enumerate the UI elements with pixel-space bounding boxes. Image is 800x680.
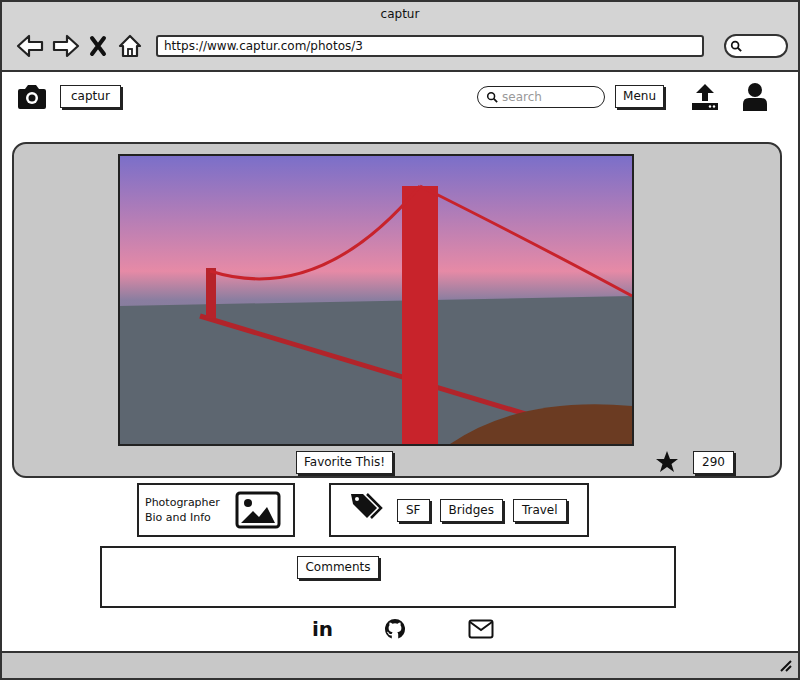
image-icon [235,491,281,529]
logo-button[interactable]: captur [60,85,121,108]
upload-icon[interactable] [690,82,720,112]
site-header: captur Menu [2,80,798,113]
linkedin-icon[interactable]: in [312,617,338,641]
photographer-label: Photographer Bio and Info [145,495,227,525]
status-bar [2,651,798,678]
photo[interactable] [118,154,634,446]
magnifier-icon [730,40,742,52]
stop-x-icon[interactable] [88,34,108,58]
tags-icon [349,492,383,520]
star-icon [655,450,679,474]
bridge-photo-icon [120,156,632,444]
camera-icon[interactable] [16,83,48,111]
window-title: captur [2,2,798,27]
tag-button[interactable]: Bridges [440,499,503,522]
resize-grip-icon[interactable] [778,658,792,672]
tags-card: SF Bridges Travel [329,483,589,537]
github-icon[interactable] [384,618,406,640]
photographer-card[interactable]: Photographer Bio and Info [137,483,295,537]
photo-actions: Favorite This! 290 [118,448,780,476]
search-input[interactable] [502,90,596,104]
menu-button[interactable]: Menu [615,85,664,108]
footer: in [2,608,798,651]
comments-button[interactable]: Comments [297,556,378,579]
back-arrow-icon[interactable] [16,34,44,58]
photo-panel: Favorite This! 290 [12,142,782,478]
comments-box: Comments [100,546,676,608]
nav-bar: https://www.captur.com/photos/3 [2,27,798,65]
search-icon [486,91,498,103]
site-search[interactable] [477,86,605,108]
favorite-count: 290 [693,451,734,474]
browser-window: capturhttps://www.captur.com/photos/3cap… [0,0,800,680]
browser-chrome: captur https://www.captur.com/photos/3 [2,2,798,72]
browser-search-field[interactable] [724,34,788,58]
forward-arrow-icon[interactable] [52,34,80,58]
user-icon[interactable] [740,82,770,112]
url-bar[interactable]: https://www.captur.com/photos/3 [156,35,704,57]
mail-icon[interactable] [468,619,494,639]
info-row: Photographer Bio and Info SF Bridges Travel [137,483,798,537]
tag-button[interactable]: SF [397,499,430,522]
favorite-button[interactable]: Favorite This! [296,451,393,474]
page: captur Menu Favorite This! 290 Photographer … [2,72,798,678]
home-icon[interactable] [116,34,144,58]
tag-button[interactable]: Travel [513,499,567,522]
